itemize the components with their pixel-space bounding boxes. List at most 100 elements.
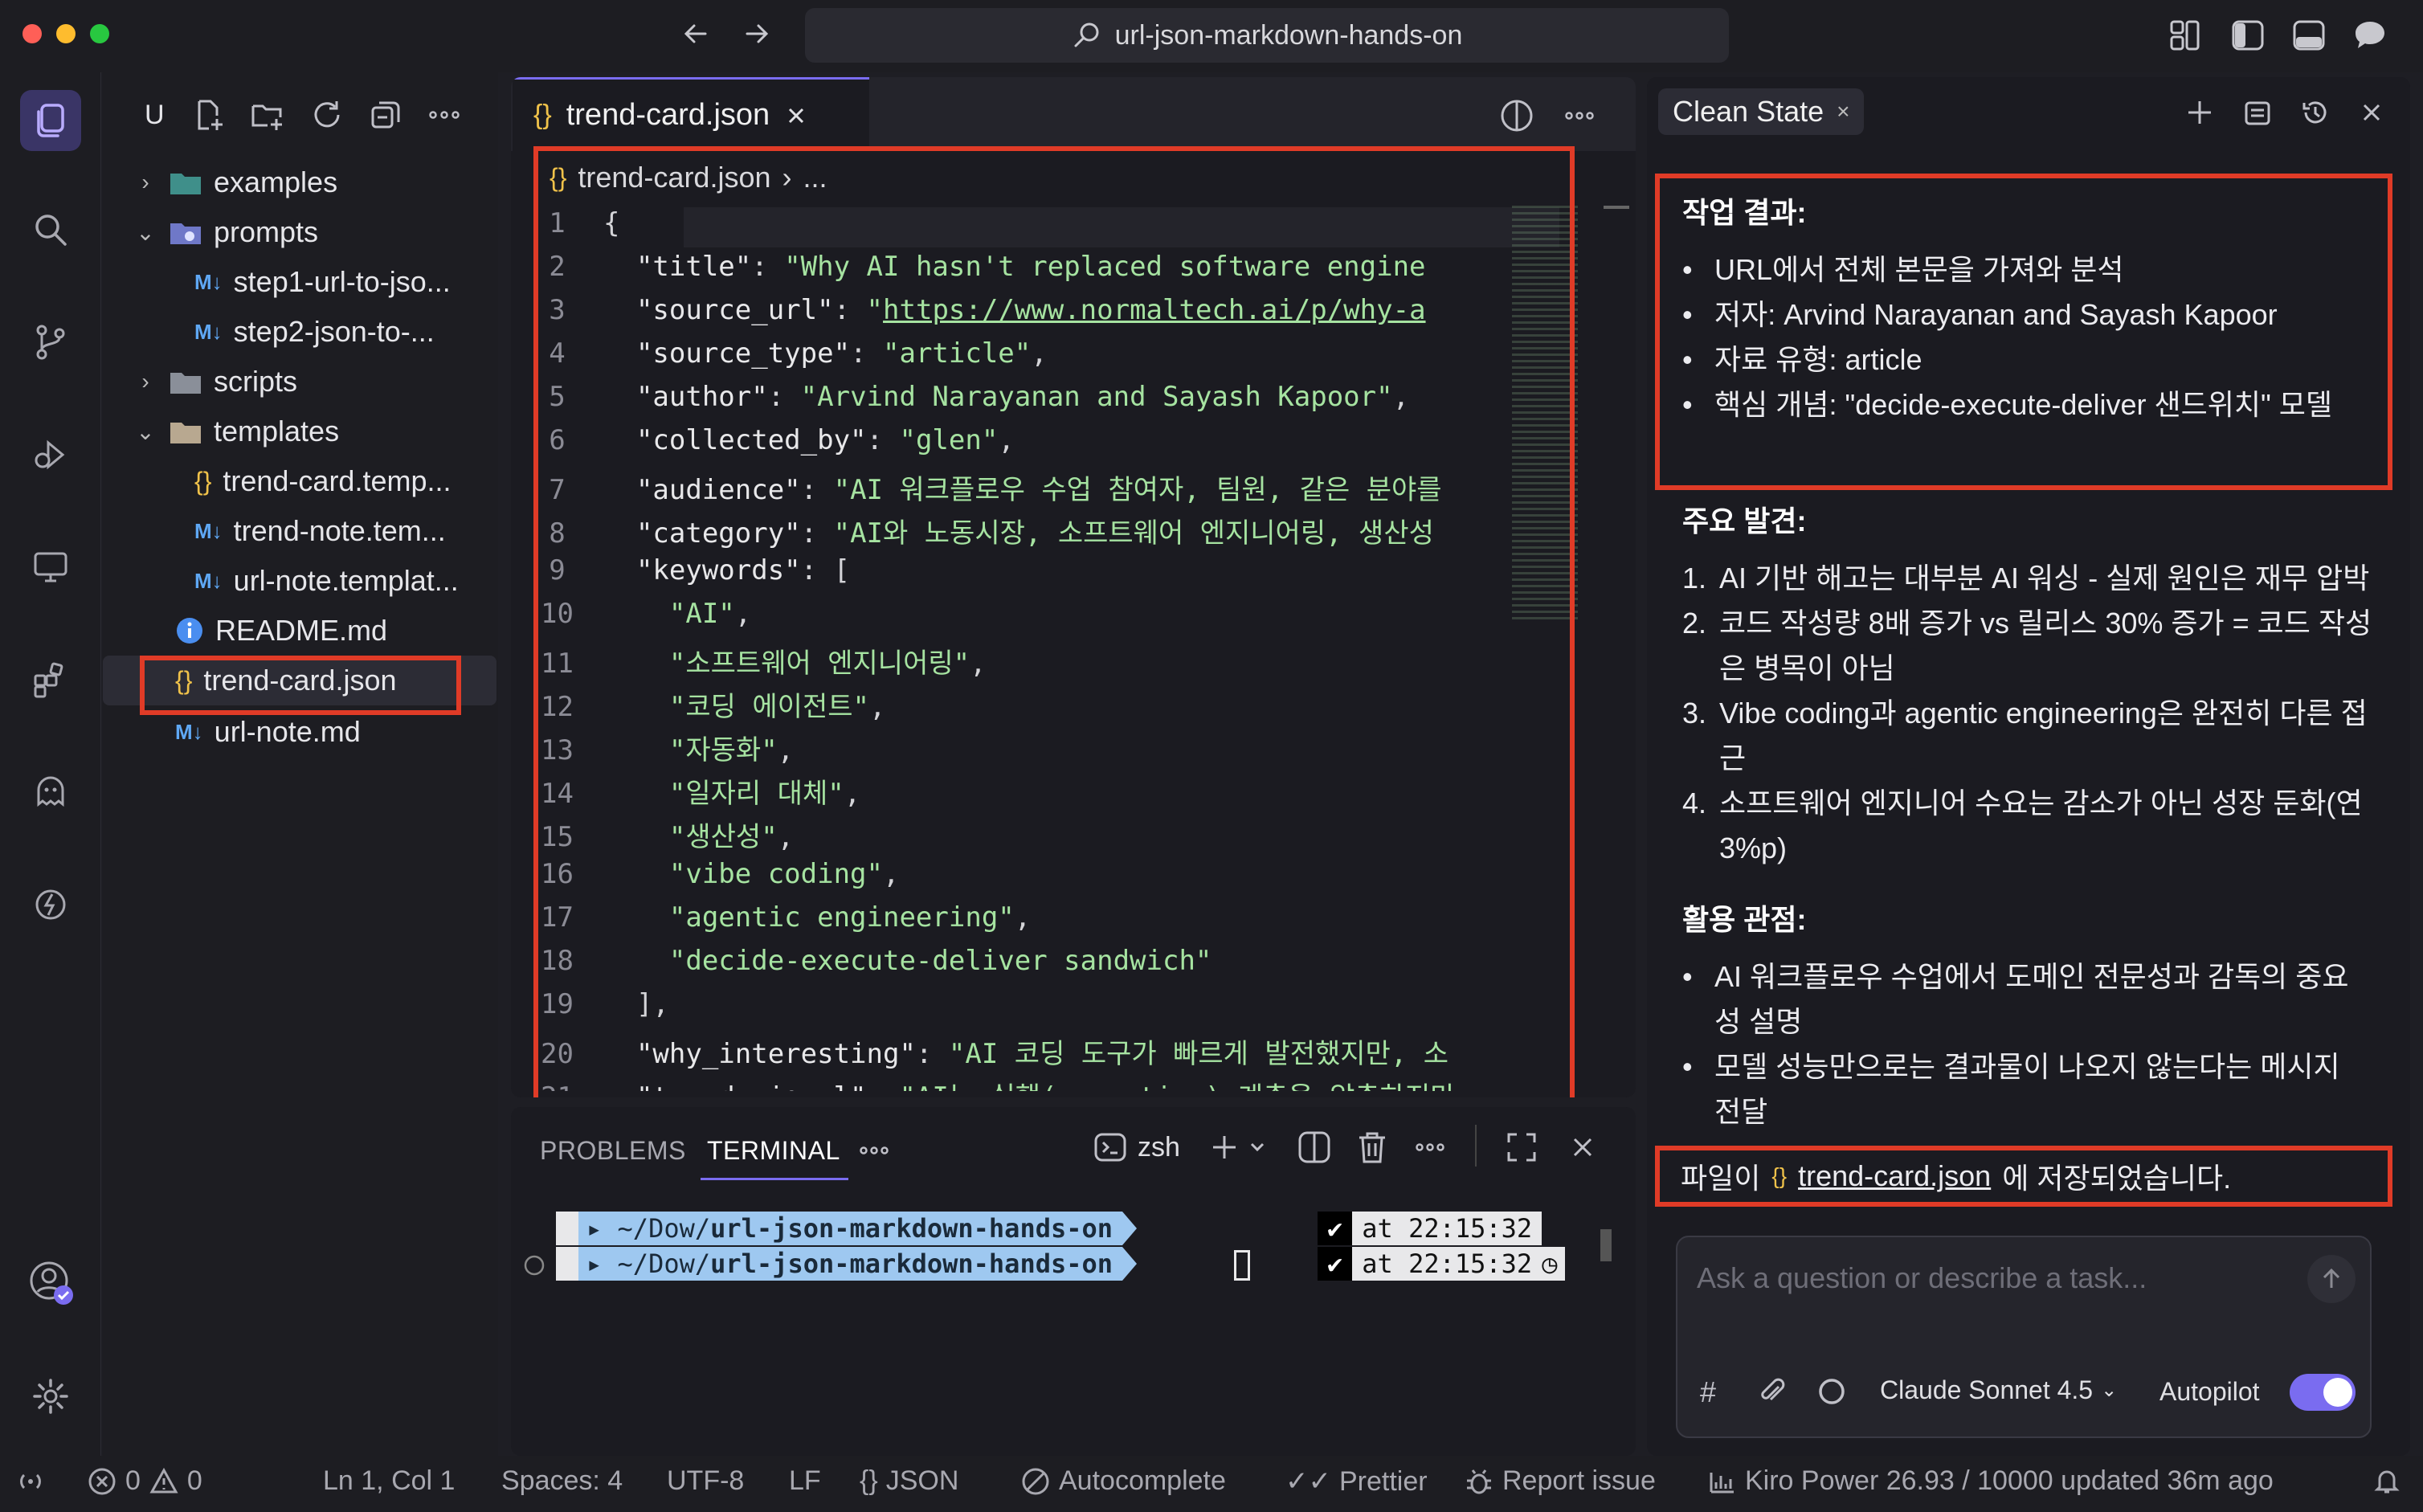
kiro-power-usage[interactable]: Kiro Power 26.93 / 10000 updated 36m ago (1706, 1465, 2274, 1497)
new-session-plus-icon[interactable] (2184, 96, 2216, 129)
cursor-position[interactable]: Ln 1, Col 1 (323, 1465, 455, 1497)
terminal-scrollbar[interactable] (1600, 1229, 1612, 1261)
source-control-icon[interactable] (20, 312, 81, 373)
tree-file-readme[interactable]: README.md (103, 606, 498, 656)
command-center-search[interactable]: url-json-markdown-hands-on (805, 8, 1729, 63)
tree-file-url-note[interactable]: M↓ url-note.md (103, 707, 498, 757)
history-icon[interactable] (2299, 96, 2331, 129)
list-item-text: 저자: Arvind Narayanan and Sayash Kapoor (1714, 298, 2278, 331)
problems-indicator[interactable]: 0 0 (87, 1465, 202, 1497)
collapse-all-icon[interactable] (368, 96, 405, 133)
kiro-ghost-icon[interactable] (20, 762, 81, 823)
encoding[interactable]: UTF-8 (667, 1465, 744, 1497)
language-mode[interactable]: {} JSON (860, 1465, 958, 1497)
tree-file-trend-card-template[interactable]: {} trend-card.temp... (103, 456, 498, 506)
broadcast-icon[interactable] (14, 1465, 47, 1498)
chat-input[interactable]: Ask a question or describe a task... (1697, 1261, 2147, 1295)
editor-tab-trend-card-json[interactable]: {} trend-card.json (513, 77, 869, 151)
chat-session-tab[interactable]: Clean State × (1658, 88, 1865, 135)
tree-file-step2[interactable]: M↓ step2-json-to-... (103, 307, 498, 357)
info-icon (175, 616, 204, 645)
account-icon[interactable] (20, 1252, 81, 1313)
new-terminal-plus-icon[interactable] (1208, 1131, 1240, 1163)
tab-terminal[interactable]: TERMINAL (707, 1136, 840, 1166)
chat-bubble-icon[interactable] (2352, 18, 2388, 53)
saved-file-link[interactable]: trend-card.json (1798, 1159, 1991, 1193)
close-tab-icon[interactable] (784, 104, 808, 128)
remote-explorer-icon[interactable] (20, 537, 81, 598)
minimize-window-button[interactable] (56, 24, 76, 43)
tree-file-url-note-template[interactable]: M↓ url-note.templat... (103, 556, 498, 606)
extensions-icon[interactable] (20, 649, 81, 710)
prettier-status[interactable]: ✓✓ Prettier (1285, 1465, 1428, 1498)
paperclip-icon[interactable] (1756, 1375, 1788, 1408)
terminal-path: ▸ ~/Dow/url-json-markdown-hands-on (578, 1212, 1123, 1245)
send-button[interactable] (2307, 1255, 2356, 1303)
terminal-prompt-line[interactable]: ▸ ~/Dow/url-json-markdown-hands-on (556, 1212, 1138, 1245)
terminal-decoration-circle-icon (522, 1253, 546, 1277)
tree-item-label: step2-json-to-... (233, 315, 435, 348)
end-of-line[interactable]: LF (789, 1465, 821, 1497)
customize-layout-icon[interactable] (2168, 18, 2203, 53)
split-terminal-icon[interactable] (1297, 1130, 1332, 1165)
tree-file-trend-note-template[interactable]: M↓ trend-note.tem... (103, 506, 498, 556)
power-icon[interactable] (20, 874, 81, 935)
list-item: • 자료 유형: article (1682, 337, 2373, 382)
error-count: 0 (125, 1465, 141, 1496)
chevron-down-icon: ⌄ (136, 219, 155, 245)
list-item-text: Vibe coding과 agentic engineering은 완전히 다른… (1719, 697, 2368, 774)
report-issue[interactable]: Report issue (1464, 1465, 1656, 1497)
tree-folder-examples[interactable]: › examples (103, 157, 498, 207)
more-actions-icon[interactable] (1412, 1131, 1448, 1163)
close-window-button[interactable] (22, 24, 42, 43)
json-braces-icon: {} (1771, 1163, 1788, 1188)
maximize-panel-icon[interactable] (1504, 1130, 1539, 1165)
scrollbar-thumb[interactable] (1604, 206, 1629, 209)
hash-icon[interactable]: # (1700, 1375, 1716, 1409)
folder-glyph-icon: ▸ (586, 1213, 618, 1244)
run-debug-icon[interactable] (20, 424, 81, 485)
terminal-prompt-line[interactable]: ▸ ~/Dow/url-json-markdown-hands-on (556, 1247, 1138, 1281)
more-actions-icon[interactable] (1562, 98, 1597, 133)
list-item-text: 모델 성능만으로는 결과물이 나오지 않는다는 메시지 전달 (1714, 1050, 2340, 1128)
saved-prefix: 파일이 (1681, 1162, 1761, 1195)
markdown-icon: M↓ (194, 319, 223, 344)
session-list-icon[interactable] (2241, 96, 2274, 129)
tree-folder-templates[interactable]: ⌄ templates (103, 407, 498, 456)
tree-folder-prompts[interactable]: ⌄ prompts (103, 207, 498, 257)
highlight-box-editor (533, 146, 1575, 1097)
close-chat-icon[interactable] (2357, 98, 2386, 127)
list-item: 3. Vibe coding과 agentic engineering은 완전히 … (1682, 691, 2381, 781)
model-selector[interactable]: Claude Sonnet 4.5 ⌄ (1880, 1375, 2117, 1405)
more-actions-icon[interactable] (426, 96, 463, 133)
split-editor-icon[interactable] (1499, 98, 1534, 133)
terminal-shell-selector[interactable]: zsh (1093, 1130, 1180, 1165)
tree-file-step1[interactable]: M↓ step1-url-to-jso... (103, 257, 498, 307)
zoom-window-button[interactable] (90, 24, 109, 43)
new-folder-icon[interactable] (249, 96, 286, 133)
chevron-down-icon[interactable] (1248, 1139, 1266, 1155)
close-tab-icon[interactable]: × (1837, 99, 1849, 125)
autocomplete-status[interactable]: Autocomplete (1020, 1465, 1226, 1497)
more-actions-icon[interactable] (856, 1134, 892, 1167)
indentation[interactable]: Spaces: 4 (501, 1465, 623, 1497)
tree-item-label: trend-note.tem... (233, 514, 446, 547)
refresh-icon[interactable] (308, 96, 345, 133)
notifications-bell-icon[interactable] (2372, 1465, 2402, 1496)
forward-arrow-icon[interactable] (741, 18, 773, 50)
json-braces-icon: {} (860, 1465, 878, 1496)
close-panel-icon[interactable] (1568, 1133, 1597, 1162)
toggle-sidebar-icon[interactable] (2230, 18, 2266, 53)
tab-problems[interactable]: PROBLEMS (540, 1136, 686, 1166)
settings-gear-icon[interactable] (20, 1366, 81, 1427)
list-number: 3. (1682, 697, 1707, 729)
toggle-panel-icon[interactable] (2291, 18, 2327, 53)
explorer-icon[interactable] (20, 90, 81, 151)
autopilot-toggle[interactable] (2290, 1374, 2356, 1411)
new-file-icon[interactable] (190, 96, 227, 133)
tree-folder-scripts[interactable]: › scripts (103, 357, 498, 407)
search-icon[interactable] (20, 199, 81, 260)
back-arrow-icon[interactable] (680, 18, 712, 50)
trash-icon[interactable] (1355, 1130, 1390, 1165)
arrow-up-icon (2323, 1268, 2340, 1288)
